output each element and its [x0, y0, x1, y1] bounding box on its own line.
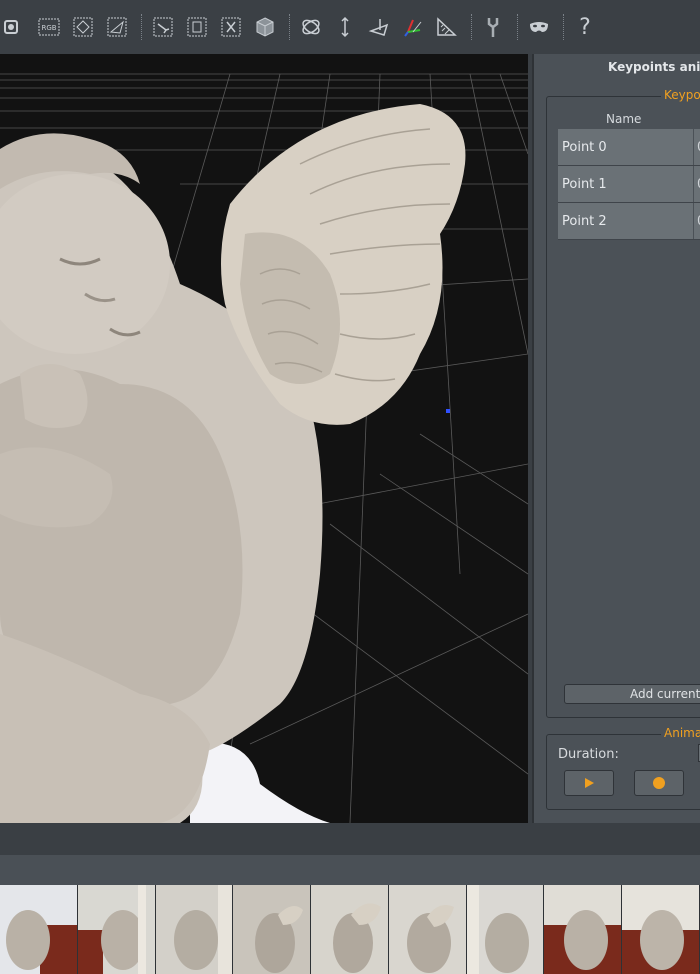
- thumbnail[interactable]: [155, 885, 234, 974]
- play-button[interactable]: [564, 770, 614, 796]
- view-mode-icon[interactable]: [0, 12, 30, 42]
- toolbar-separator: [141, 14, 143, 40]
- row-value: 0: [694, 177, 700, 192]
- toolbar: RGB ?: [0, 0, 700, 54]
- scene-render: [0, 73, 528, 823]
- row-name: Point 2: [558, 203, 694, 239]
- toolbar-separator: [563, 14, 565, 40]
- toolbar-separator: [517, 14, 519, 40]
- thumbnail[interactable]: [311, 885, 389, 974]
- select-square-icon[interactable]: [68, 12, 98, 42]
- gyro-icon[interactable]: [296, 12, 326, 42]
- copy-icon[interactable]: [182, 12, 212, 42]
- thumbnail[interactable]: [77, 885, 156, 974]
- row-name: Point 1: [558, 166, 694, 202]
- keypoints-panel: Keypoints anim Keypo Name Point 0 0 Poin…: [532, 54, 700, 823]
- thumbnail[interactable]: [544, 885, 623, 974]
- animation-group-label: Anima: [661, 726, 700, 740]
- thumbnail[interactable]: [388, 885, 467, 974]
- help-icon[interactable]: ?: [570, 12, 600, 42]
- status-area: [0, 823, 700, 855]
- cube-icon[interactable]: [250, 12, 280, 42]
- row-name: Point 0: [558, 129, 694, 165]
- row-value: 0: [694, 214, 700, 229]
- thumbnail-toolbar: [0, 855, 700, 885]
- thumbnail[interactable]: [0, 885, 78, 974]
- thumbnail[interactable]: [233, 885, 312, 974]
- measure-icon[interactable]: [330, 12, 360, 42]
- table-row[interactable]: Point 1 0: [558, 166, 700, 203]
- toolbar-separator: [471, 14, 473, 40]
- plane-icon[interactable]: [364, 12, 394, 42]
- keypoints-group-label: Keypo: [661, 88, 700, 102]
- table-row[interactable]: Point 2 0: [558, 203, 700, 240]
- toolbar-separator: [289, 14, 291, 40]
- record-icon: [653, 777, 665, 789]
- row-value: 0: [694, 140, 700, 155]
- svg-text:RGB: RGB: [41, 24, 56, 32]
- table-row[interactable]: Point 0 0: [558, 129, 700, 166]
- record-button[interactable]: [634, 770, 684, 796]
- panel-title: Keypoints anim: [608, 60, 700, 74]
- ruler-icon[interactable]: [432, 12, 462, 42]
- image-thumbnails: [0, 885, 700, 974]
- wrench-icon[interactable]: [478, 12, 508, 42]
- axes-icon[interactable]: [398, 12, 428, 42]
- select-triangle-icon[interactable]: [102, 12, 132, 42]
- mask-icon[interactable]: [524, 12, 554, 42]
- thumbnail[interactable]: [466, 885, 545, 974]
- cut-icon[interactable]: [216, 12, 246, 42]
- 3d-viewport[interactable]: [0, 54, 528, 823]
- lasso-select-icon[interactable]: [148, 12, 178, 42]
- keypoints-table: Point 0 0 Point 1 0 Point 2 0: [558, 129, 700, 240]
- play-icon: [585, 778, 594, 788]
- add-current-button[interactable]: Add current: [564, 684, 700, 704]
- column-header-name[interactable]: Name: [606, 112, 641, 126]
- rgb-icon[interactable]: RGB: [34, 12, 64, 42]
- duration-label: Duration:: [558, 747, 619, 762]
- thumbnail[interactable]: [622, 885, 700, 974]
